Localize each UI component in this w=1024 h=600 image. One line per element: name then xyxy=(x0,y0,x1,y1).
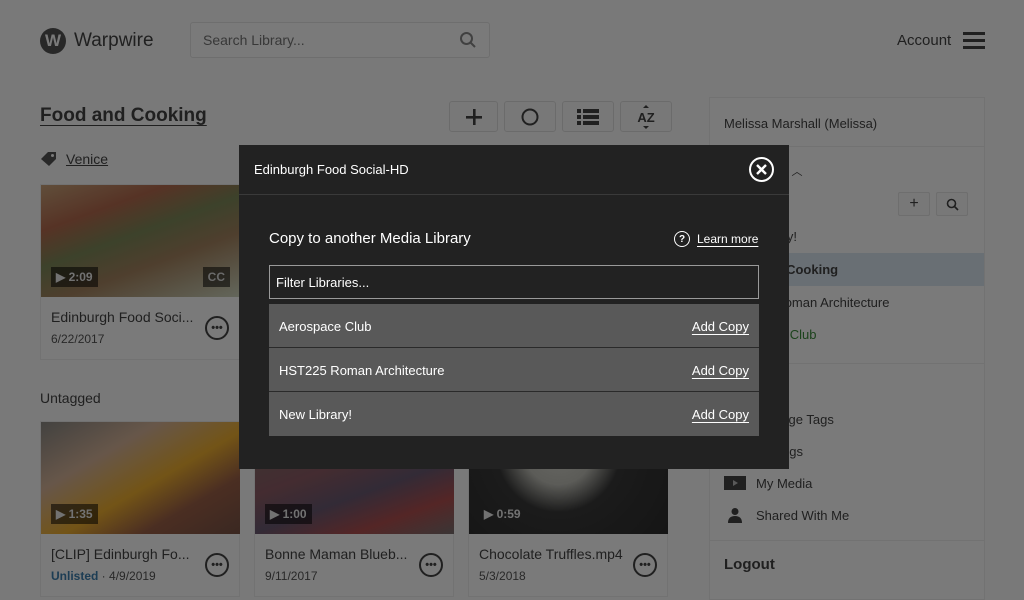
library-row: HST225 Roman Architecture Add Copy xyxy=(269,348,759,392)
filter-libraries-input[interactable] xyxy=(269,265,759,299)
library-list: Aerospace Club Add Copy HST225 Roman Arc… xyxy=(269,304,759,436)
learn-more-group: ? Learn more xyxy=(674,231,758,247)
help-icon[interactable]: ? xyxy=(674,231,690,247)
learn-more-link[interactable]: Learn more xyxy=(697,232,758,246)
library-name: Aerospace Club xyxy=(279,319,372,334)
close-icon xyxy=(756,164,767,175)
modal-title: Edinburgh Food Social-HD xyxy=(254,162,409,177)
add-copy-button[interactable]: Add Copy xyxy=(692,363,749,378)
add-copy-button[interactable]: Add Copy xyxy=(692,319,749,334)
copy-media-modal: Edinburgh Food Social-HD Copy to another… xyxy=(239,145,789,469)
library-name: New Library! xyxy=(279,407,352,422)
copy-heading: Copy to another Media Library xyxy=(269,230,471,247)
library-name: HST225 Roman Architecture xyxy=(279,363,445,378)
library-row: New Library! Add Copy xyxy=(269,392,759,436)
modal-header: Edinburgh Food Social-HD xyxy=(239,145,789,195)
library-row: Aerospace Club Add Copy xyxy=(269,304,759,348)
add-copy-button[interactable]: Add Copy xyxy=(692,407,749,422)
close-button[interactable] xyxy=(749,157,774,182)
